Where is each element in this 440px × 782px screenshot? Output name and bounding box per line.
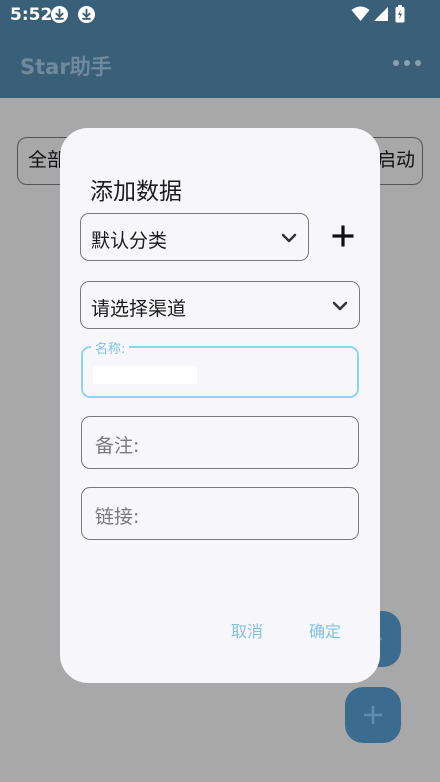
plus-icon [364, 706, 382, 724]
status-bar: 5:52 [0, 0, 440, 30]
name-input-label: 名称: [91, 338, 130, 357]
download-icon [51, 6, 68, 23]
name-input-value [93, 366, 197, 384]
add-fab[interactable] [345, 687, 401, 743]
link-input-placeholder: 链接: [95, 506, 140, 528]
add-category-button[interactable] [331, 224, 355, 248]
name-input[interactable]: 名称: [81, 338, 359, 398]
confirm-button[interactable]: 确定 [309, 618, 341, 642]
wifi-icon [351, 6, 370, 21]
category-select[interactable]: 默认分类 [80, 213, 309, 261]
channel-select[interactable]: 请选择渠道 [80, 281, 360, 329]
app-bar: Star助手 [0, 30, 440, 98]
note-input-placeholder: 备注: [95, 435, 140, 457]
more-icon[interactable] [393, 60, 423, 68]
battery-icon [395, 5, 405, 23]
chevron-down-icon [281, 233, 297, 243]
category-select-value: 默认分类 [91, 230, 168, 252]
add-data-dialog: 添加数据 默认分类 请选择渠道 名称: 备注: 链接: 取消 确定 [60, 128, 380, 683]
cancel-button[interactable]: 取消 [231, 618, 263, 642]
download-icon [78, 6, 95, 23]
signal-icon [374, 7, 388, 21]
app-title: Star助手 [20, 55, 112, 79]
chevron-down-icon [332, 301, 348, 311]
channel-select-placeholder: 请选择渠道 [91, 298, 187, 320]
status-time: 5:52 [10, 5, 53, 25]
dialog-title: 添加数据 [90, 179, 182, 205]
link-input[interactable]: 链接: [81, 487, 359, 540]
note-input[interactable]: 备注: [81, 416, 359, 469]
